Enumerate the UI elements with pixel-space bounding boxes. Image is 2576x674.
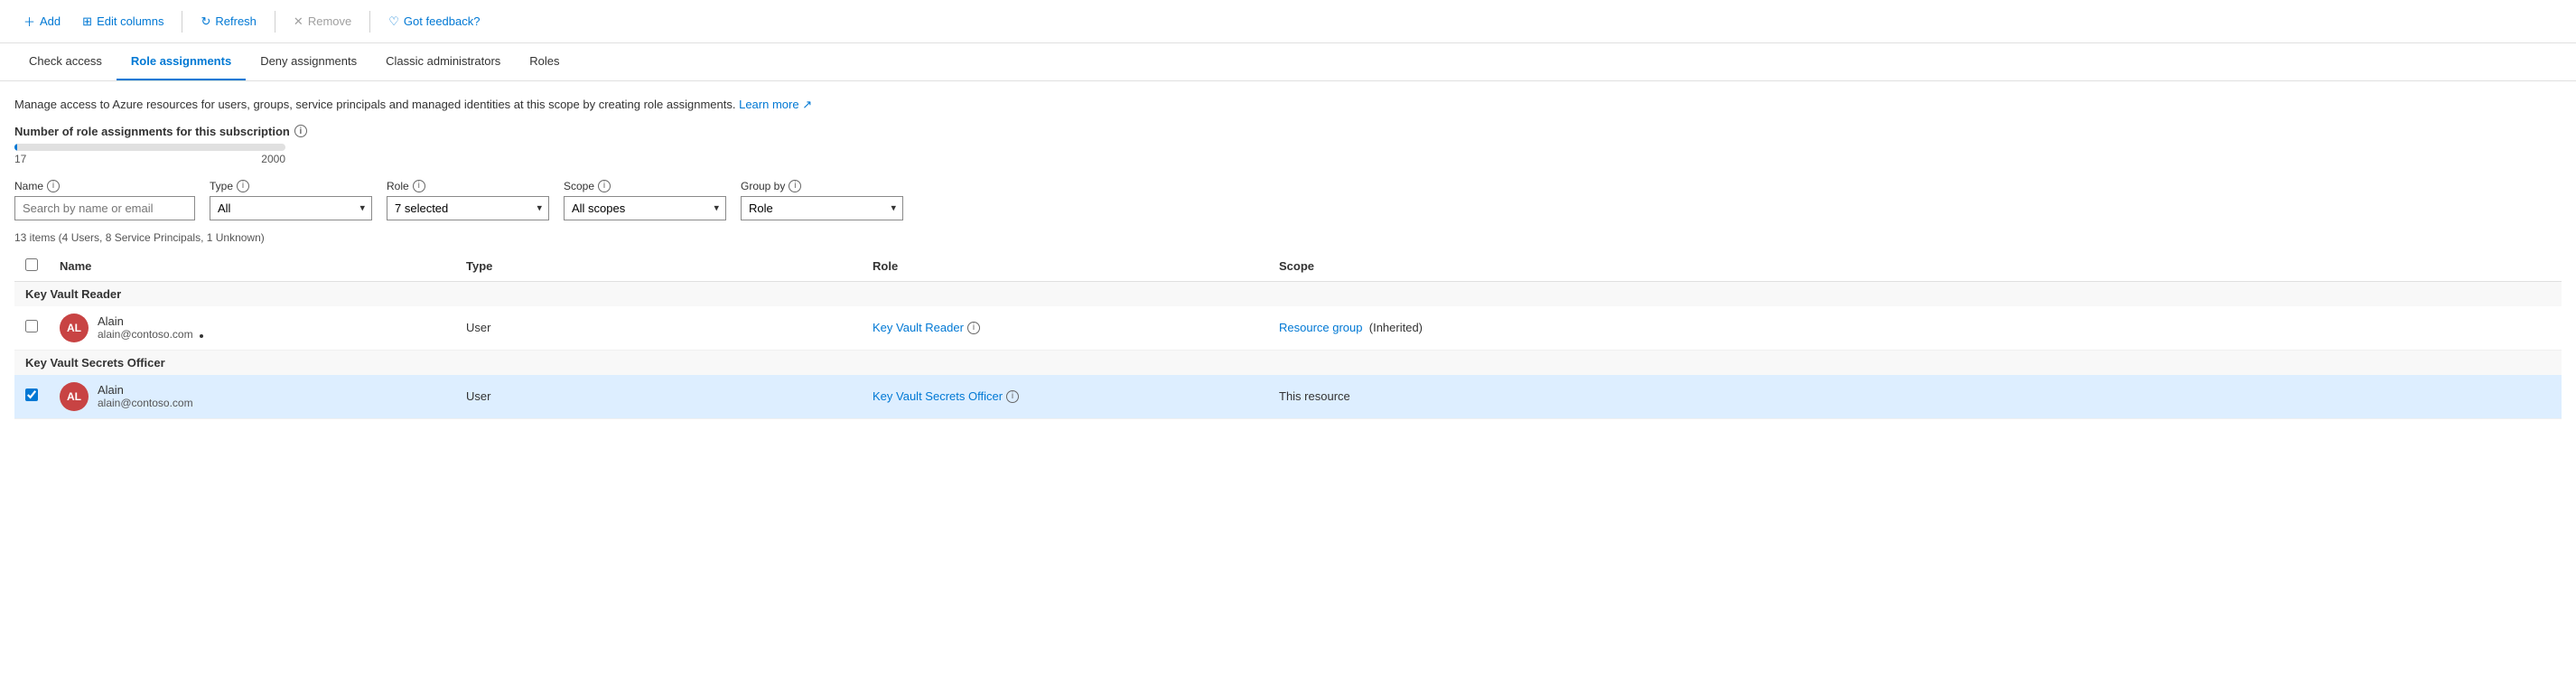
divider-3 bbox=[369, 11, 370, 33]
row2-checkbox[interactable] bbox=[25, 388, 38, 401]
scope-text: This resource bbox=[1279, 389, 1350, 403]
filter-role-group: Role i 7 selected bbox=[387, 180, 549, 220]
filter-type-info-icon[interactable]: i bbox=[237, 180, 249, 192]
row2-name-cell: AL Alain alain@contoso.com bbox=[49, 375, 455, 419]
filter-groupby-label: Group by bbox=[741, 180, 785, 192]
filter-name-info-icon[interactable]: i bbox=[47, 180, 60, 192]
add-button[interactable]: ＋ Add bbox=[14, 7, 70, 35]
row2-role-cell: Key Vault Secrets Officer i bbox=[862, 375, 1268, 419]
add-label: Add bbox=[40, 14, 61, 28]
type-col-header: Type bbox=[455, 251, 862, 282]
filter-type-group: Type i All User Group Service Principal … bbox=[210, 180, 372, 220]
filter-name-group: Name i bbox=[14, 180, 195, 220]
progress-fill bbox=[14, 144, 17, 151]
feedback-label: Got feedback? bbox=[404, 14, 481, 28]
learn-more-link[interactable]: Learn more ↗ bbox=[739, 98, 812, 111]
group-row-key-vault-secrets-officer: Key Vault Secrets Officer bbox=[14, 350, 2562, 375]
description-text: Manage access to Azure resources for use… bbox=[14, 96, 2562, 114]
select-all-col bbox=[14, 251, 49, 282]
main-content: Manage access to Azure resources for use… bbox=[0, 81, 2576, 434]
tab-bar: Check access Role assignments Deny assig… bbox=[0, 43, 2576, 81]
role-col-header: Role bbox=[862, 251, 1268, 282]
plus-icon: ＋ bbox=[23, 13, 35, 30]
groupby-filter-select[interactable]: Role Type Scope bbox=[741, 196, 903, 220]
row1-type-cell: User bbox=[455, 306, 862, 351]
filter-scope-label: Scope bbox=[564, 180, 594, 192]
name-col-header: Name bbox=[49, 251, 455, 282]
columns-icon: ⊞ bbox=[82, 14, 92, 29]
table-body: Key Vault Reader AL Alain alai bbox=[14, 281, 2562, 418]
progress-track bbox=[14, 144, 285, 151]
tab-role-assignments[interactable]: Role assignments bbox=[117, 43, 246, 80]
select-all-checkbox[interactable] bbox=[25, 258, 38, 271]
row1-name-cell: AL Alain alain@contoso.com bbox=[49, 306, 455, 351]
feedback-button[interactable]: ♡ Got feedback? bbox=[379, 9, 489, 34]
table-row: AL Alain alain@contoso.com User Key Vaul… bbox=[14, 375, 2562, 419]
refresh-icon: ↻ bbox=[201, 14, 210, 29]
filter-groupby-wrapper: Role Type Scope bbox=[741, 196, 903, 220]
row1-checkbox-cell bbox=[14, 306, 49, 351]
heart-icon: ♡ bbox=[388, 14, 399, 29]
filter-name-label: Name bbox=[14, 180, 43, 192]
filter-type-wrapper: All User Group Service Principal Managed… bbox=[210, 196, 372, 220]
scope-link[interactable]: Resource group bbox=[1279, 321, 1366, 334]
scope-filter-select[interactable]: All scopes This resource Inherited bbox=[564, 196, 726, 220]
user-name: Alain bbox=[98, 383, 193, 397]
edit-columns-label: Edit columns bbox=[97, 14, 163, 28]
filter-groupby-info-icon[interactable]: i bbox=[789, 180, 801, 192]
progress-labels: 17 2000 bbox=[14, 153, 285, 165]
filter-type-label: Type bbox=[210, 180, 233, 192]
row2-checkbox-cell bbox=[14, 375, 49, 419]
progress-bar-container: 17 2000 bbox=[14, 144, 2562, 165]
remove-button[interactable]: ✕ Remove bbox=[285, 9, 360, 34]
user-name: Alain bbox=[98, 314, 207, 328]
group-row-key-vault-reader: Key Vault Reader bbox=[14, 281, 2562, 306]
progress-max: 2000 bbox=[261, 153, 285, 165]
filter-groupby-group: Group by i Role Type Scope bbox=[741, 180, 903, 220]
row1-role-cell: Key Vault Reader i bbox=[862, 306, 1268, 351]
dot-indicator bbox=[200, 334, 203, 338]
role-info-icon[interactable]: i bbox=[1006, 390, 1019, 403]
scope-col-header: Scope bbox=[1268, 251, 2562, 282]
tab-classic-administrators[interactable]: Classic administrators bbox=[371, 43, 515, 80]
progress-current: 17 bbox=[14, 153, 26, 165]
filter-role-info-icon[interactable]: i bbox=[413, 180, 425, 192]
row1-scope-cell: Resource group (Inherited) bbox=[1268, 306, 2562, 351]
refresh-label: Refresh bbox=[215, 14, 257, 28]
filter-scope-group: Scope i All scopes This resource Inherit… bbox=[564, 180, 726, 220]
subscription-info-icon[interactable]: i bbox=[294, 125, 307, 137]
items-count: 13 items (4 Users, 8 Service Principals,… bbox=[14, 231, 2562, 244]
avatar: AL bbox=[60, 314, 89, 342]
filters-bar: Name i Type i All User Group Service Pri… bbox=[14, 180, 2562, 220]
role-link[interactable]: Key Vault Secrets Officer i bbox=[873, 389, 1257, 403]
role-filter-select[interactable]: 7 selected bbox=[387, 196, 549, 220]
scope-inherited: (Inherited) bbox=[1366, 321, 1423, 334]
filter-scope-wrapper: All scopes This resource Inherited bbox=[564, 196, 726, 220]
toolbar: ＋ Add ⊞ Edit columns ↻ Refresh ✕ Remove … bbox=[0, 0, 2576, 43]
remove-icon: ✕ bbox=[294, 14, 303, 29]
assignments-table: Name Type Role Scope Key Vault Reader bbox=[14, 251, 2562, 419]
user-email: alain@contoso.com bbox=[98, 397, 193, 409]
edit-columns-button[interactable]: ⊞ Edit columns bbox=[73, 9, 173, 34]
subscription-count-title: Number of role assignments for this subs… bbox=[14, 125, 2562, 138]
tab-check-access[interactable]: Check access bbox=[14, 43, 117, 80]
row2-scope-cell: This resource bbox=[1268, 375, 2562, 419]
refresh-button[interactable]: ↻ Refresh bbox=[191, 9, 265, 34]
filter-scope-info-icon[interactable]: i bbox=[598, 180, 611, 192]
name-filter-input[interactable] bbox=[14, 196, 195, 220]
remove-label: Remove bbox=[308, 14, 351, 28]
tab-deny-assignments[interactable]: Deny assignments bbox=[246, 43, 371, 80]
role-info-icon[interactable]: i bbox=[967, 322, 980, 334]
filter-role-wrapper: 7 selected bbox=[387, 196, 549, 220]
row1-checkbox[interactable] bbox=[25, 320, 38, 332]
avatar: AL bbox=[60, 382, 89, 411]
row2-type-cell: User bbox=[455, 375, 862, 419]
table-header: Name Type Role Scope bbox=[14, 251, 2562, 282]
tab-roles[interactable]: Roles bbox=[515, 43, 574, 80]
user-email: alain@contoso.com bbox=[98, 328, 207, 341]
table-row: AL Alain alain@contoso.com User bbox=[14, 306, 2562, 351]
filter-role-label: Role bbox=[387, 180, 409, 192]
role-link[interactable]: Key Vault Reader i bbox=[873, 321, 1257, 334]
type-filter-select[interactable]: All User Group Service Principal Managed… bbox=[210, 196, 372, 220]
